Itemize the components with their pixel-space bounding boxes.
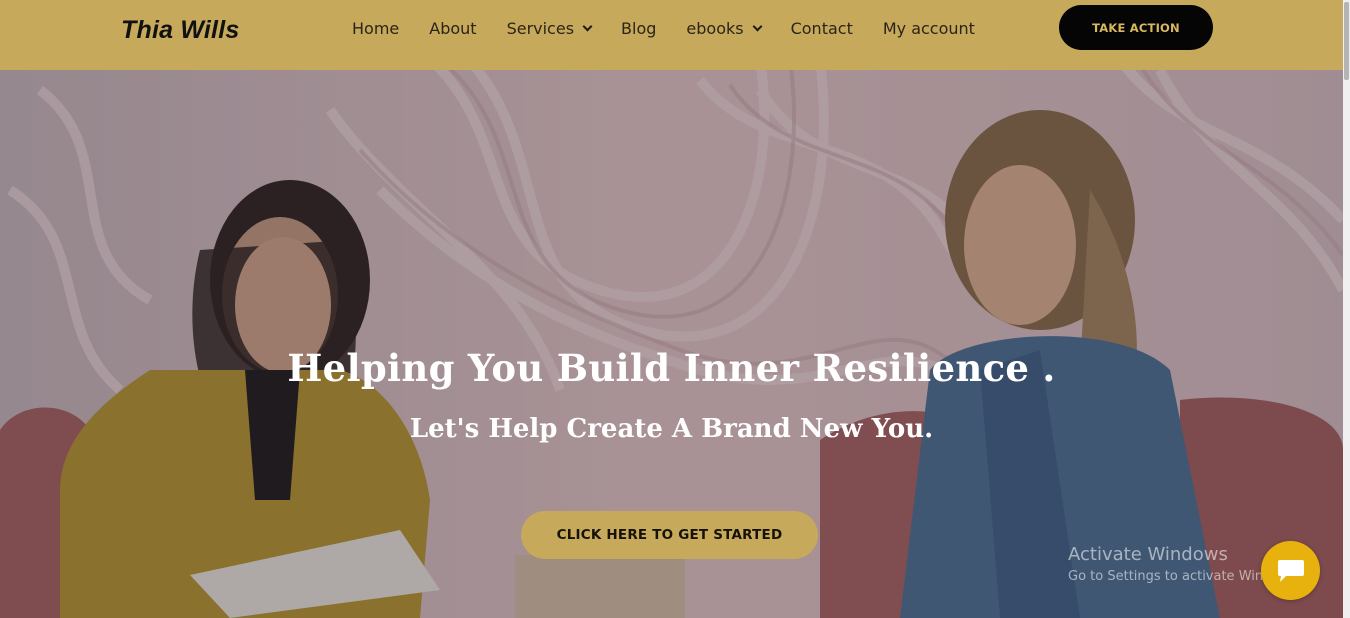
- chevron-down-icon: [582, 21, 593, 31]
- nav-item-label: About: [429, 18, 477, 38]
- main-nav: Home About Services Blog ebooks Contact …: [352, 17, 975, 39]
- nav-item-about[interactable]: About: [429, 19, 476, 38]
- nav-item-label: ebooks: [686, 18, 744, 38]
- scrollbar-thumb[interactable]: [1344, 2, 1349, 80]
- hero-headline: Helping You Build Inner Resilience .: [287, 346, 1056, 390]
- chat-button[interactable]: [1261, 541, 1320, 600]
- nav-item-ebooks[interactable]: ebooks: [686, 18, 763, 38]
- nav-item-label: Contact: [790, 18, 853, 38]
- page: Thia Wills Home About Services Blog eboo…: [0, 0, 1343, 618]
- chevron-down-icon: [752, 21, 763, 31]
- chat-bubble-icon: [1277, 559, 1304, 582]
- site-logo[interactable]: Thia Wills: [121, 16, 239, 45]
- nav-item-contact[interactable]: Contact: [791, 19, 853, 38]
- nav-item-my-account[interactable]: My account: [883, 19, 975, 38]
- hero-section: Helping You Build Inner Resilience . Let…: [0, 70, 1343, 618]
- nav-item-blog[interactable]: Blog: [621, 19, 656, 38]
- page-scrollbar[interactable]: [1343, 0, 1350, 618]
- hero-subheadline: Let's Help Create A Brand New You.: [409, 414, 934, 444]
- nav-item-label: Services: [506, 18, 575, 38]
- nav-item-label: Blog: [621, 18, 657, 38]
- nav-item-services[interactable]: Services: [506, 18, 593, 38]
- nav-item-home[interactable]: Home: [352, 19, 399, 38]
- take-action-button[interactable]: TAKE ACTION: [1059, 5, 1213, 50]
- nav-item-label: My account: [882, 18, 975, 38]
- site-header: Thia Wills Home About Services Blog eboo…: [0, 0, 1343, 70]
- nav-item-label: Home: [352, 18, 400, 38]
- get-started-button[interactable]: CLICK HERE TO GET STARTED: [521, 511, 818, 559]
